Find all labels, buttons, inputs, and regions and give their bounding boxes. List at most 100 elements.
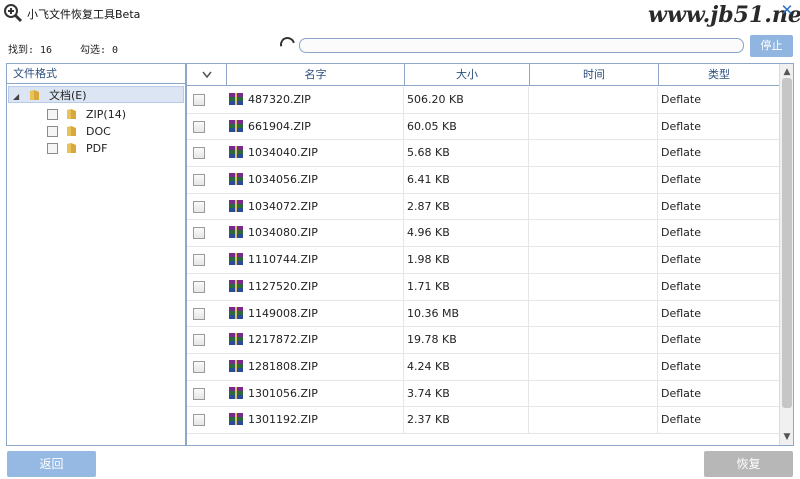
file-name: 1034072.ZIP — [248, 199, 318, 213]
row-checkbox[interactable] — [193, 94, 205, 106]
tree-item-label: DOC — [86, 125, 111, 138]
row-select-cell — [187, 354, 227, 380]
file-name: 1149008.ZIP — [248, 306, 318, 320]
row-checkbox[interactable] — [193, 200, 205, 213]
stop-button[interactable]: 停止 — [750, 35, 793, 57]
file-type: Deflate — [661, 413, 701, 427]
file-name: 1127520.ZIP — [248, 279, 318, 293]
row-checkbox[interactable] — [193, 280, 205, 293]
file-name-cell: 1110744.ZIP — [227, 247, 404, 273]
scroll-thumb[interactable] — [782, 78, 792, 408]
row-checkbox[interactable] — [193, 174, 205, 187]
file-name-cell: 487320.ZIP — [227, 87, 404, 113]
row-checkbox[interactable] — [193, 147, 205, 160]
back-button[interactable]: 返回 — [7, 451, 96, 477]
row-checkbox[interactable] — [193, 120, 205, 133]
table-row[interactable]: 1127520.ZIP 1.71 KB Deflate — [187, 273, 779, 301]
scroll-up-arrow-icon[interactable]: ▲ — [780, 66, 793, 78]
tree-checkbox[interactable] — [47, 109, 58, 120]
file-type: Deflate — [661, 279, 701, 293]
table-row[interactable]: 1281808.ZIP 4.24 KB Deflate — [187, 353, 779, 381]
column-header-size[interactable]: 大小 — [404, 64, 530, 86]
select-all-dropdown[interactable] — [187, 64, 227, 86]
file-type: Deflate — [661, 226, 701, 240]
row-checkbox[interactable] — [193, 307, 205, 320]
table-row[interactable]: 1301192.ZIP 2.37 KB Deflate — [187, 407, 779, 434]
file-time — [529, 247, 658, 273]
row-select-cell — [187, 167, 227, 193]
tree-checkbox[interactable] — [47, 126, 58, 137]
file-type: Deflate — [661, 359, 701, 373]
tree-item-zip[interactable]: ZIP(14) — [47, 106, 126, 123]
file-name: 1034080.ZIP — [248, 226, 318, 240]
file-size: 2.37 KB — [404, 407, 529, 433]
tree-item-documents[interactable]: ◢ 文档(E) — [8, 86, 184, 103]
table-row[interactable]: 487320.ZIP 506.20 KB Deflate — [187, 87, 779, 114]
restore-button[interactable]: 恢复 — [704, 451, 793, 477]
row-checkbox[interactable] — [193, 387, 205, 400]
file-name: 1110744.ZIP — [248, 253, 318, 267]
file-name-cell: 1149008.ZIP — [227, 300, 404, 327]
zip-archive-icon — [229, 93, 243, 105]
loading-spinner-icon — [277, 34, 298, 55]
tree-item-label: PDF — [86, 142, 108, 155]
row-select-cell — [187, 87, 227, 113]
zip-archive-icon — [229, 146, 243, 159]
table-row[interactable]: 1149008.ZIP 10.36 MB Deflate — [187, 300, 779, 328]
checked-count: 勾选: 0 — [80, 45, 119, 56]
file-time — [529, 167, 658, 193]
file-type: Deflate — [661, 93, 701, 106]
table-row[interactable]: 1034080.ZIP 4.96 KB Deflate — [187, 220, 779, 248]
table-row[interactable]: 1034056.ZIP 6.41 KB Deflate — [187, 167, 779, 194]
table-row[interactable]: 1217872.ZIP 19.78 KB Deflate — [187, 327, 779, 354]
file-type: Deflate — [661, 386, 701, 400]
file-time — [529, 380, 658, 407]
tree-checkbox[interactable] — [47, 143, 58, 154]
collapse-triangle-icon[interactable]: ◢ — [13, 88, 23, 105]
table-row[interactable]: 1034072.ZIP 2.87 KB Deflate — [187, 193, 779, 221]
file-name: 661904.ZIP — [248, 119, 311, 133]
vertical-scrollbar[interactable]: ▲ ▼ — [779, 64, 793, 445]
row-select-cell — [187, 220, 227, 246]
row-checkbox[interactable] — [193, 254, 205, 267]
row-select-cell — [187, 140, 227, 166]
file-size: 5.68 KB — [404, 140, 529, 167]
table-row[interactable]: 661904.ZIP 60.05 KB Deflate — [187, 113, 779, 141]
tree-item-doc[interactable]: DOC — [47, 123, 111, 140]
column-header-type[interactable]: 类型 — [658, 64, 780, 86]
column-header-name[interactable]: 名字 — [226, 64, 405, 86]
tree-item-label: 文档(E) — [49, 89, 87, 102]
row-select-cell — [187, 407, 227, 433]
row-checkbox[interactable] — [193, 334, 205, 347]
file-size: 6.41 KB — [404, 167, 529, 193]
row-select-cell — [187, 274, 227, 300]
file-name: 1301056.ZIP — [248, 386, 318, 400]
tree-item-pdf[interactable]: PDF — [47, 140, 107, 157]
file-name-cell: 1034056.ZIP — [227, 167, 404, 193]
file-time — [529, 113, 658, 140]
table-row[interactable]: 1301056.ZIP 3.74 KB Deflate — [187, 380, 779, 408]
zip-archive-icon — [229, 226, 243, 239]
close-button[interactable]: ✕ — [778, 1, 796, 19]
table-row[interactable]: 1034040.ZIP 5.68 KB Deflate — [187, 140, 779, 168]
file-type: Deflate — [661, 199, 701, 213]
column-header-time[interactable]: 时间 — [529, 64, 659, 86]
file-size: 4.96 KB — [404, 220, 529, 247]
file-size: 2.87 KB — [404, 193, 529, 220]
file-rows: 487320.ZIP 506.20 KB Deflate 661904.ZIP 60.0… — [187, 87, 779, 434]
zip-archive-icon — [229, 173, 243, 186]
file-name: 487320.ZIP — [248, 93, 311, 106]
chevron-down-icon — [201, 71, 212, 79]
row-checkbox[interactable] — [193, 414, 205, 427]
file-time — [529, 407, 658, 433]
row-checkbox[interactable] — [193, 227, 205, 240]
title-bar: 小飞文件恢复工具Beta www.jb51.net ✕ — [0, 0, 800, 28]
zip-archive-icon — [229, 119, 243, 132]
scroll-down-arrow-icon[interactable]: ▼ — [780, 431, 793, 443]
row-select-cell — [187, 301, 227, 327]
row-checkbox[interactable] — [193, 360, 205, 373]
file-name: 1301192.ZIP — [248, 413, 318, 427]
zip-archive-icon — [229, 306, 243, 319]
file-size: 60.05 KB — [404, 113, 529, 140]
table-row[interactable]: 1110744.ZIP 1.98 KB Deflate — [187, 247, 779, 274]
